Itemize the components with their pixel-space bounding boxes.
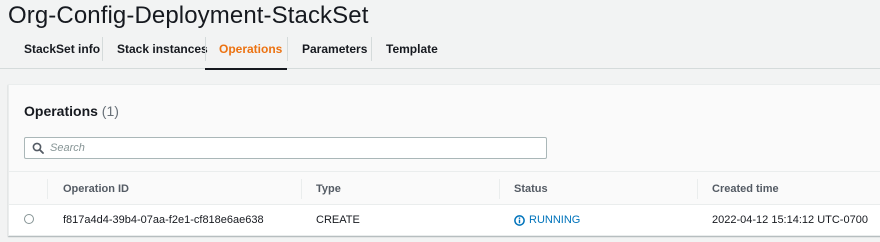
panel-count: (1): [101, 103, 119, 119]
operations-panel: Operations (1) Operation ID Type Status …: [8, 84, 880, 236]
column-header-status[interactable]: Status: [514, 172, 548, 205]
table-header: Operation ID Type Status Created time: [9, 171, 880, 205]
type-cell: CREATE: [316, 214, 360, 226]
column-divider: [47, 179, 48, 199]
info-circle-icon: [514, 214, 525, 226]
tab-stackset-info[interactable]: StackSet info: [24, 29, 100, 68]
column-header-created-time[interactable]: Created time: [712, 172, 779, 205]
column-divider: [499, 179, 500, 199]
panel-title-text: Operations: [24, 103, 98, 119]
search-icon: [32, 142, 44, 154]
tab-parameters[interactable]: Parameters: [302, 29, 367, 68]
panel-header: Operations (1): [9, 85, 880, 171]
tab-operations[interactable]: Operations: [205, 29, 287, 70]
column-divider: [301, 179, 302, 199]
tab-divider: [102, 37, 103, 61]
table-row[interactable]: f817a4d4-39b4-07aa-f2e1-cf818e6ae638 CRE…: [9, 205, 880, 235]
row-select-radio[interactable]: [24, 214, 34, 224]
created-time-cell: 2022-04-12 15:14:12 UTC-0700: [712, 214, 868, 226]
column-header-operation-id[interactable]: Operation ID: [63, 172, 129, 205]
tab-stack-instances[interactable]: Stack instances: [117, 29, 208, 68]
tab-bar: StackSet info Stack instances Operations…: [0, 29, 880, 70]
page-title: Org-Config-Deployment-StackSet: [8, 2, 369, 29]
operation-id-cell: f817a4d4-39b4-07aa-f2e1-cf818e6ae638: [63, 214, 264, 226]
panel-title: Operations (1): [24, 103, 119, 119]
search-box[interactable]: [24, 137, 547, 159]
tab-template[interactable]: Template: [386, 29, 438, 68]
status-text: RUNNING: [529, 214, 581, 226]
column-header-type[interactable]: Type: [316, 172, 341, 205]
status-cell: RUNNING: [514, 205, 580, 235]
column-divider: [697, 179, 698, 199]
tab-divider: [371, 37, 372, 61]
tab-divider: [287, 37, 288, 61]
search-input[interactable]: [50, 139, 530, 157]
